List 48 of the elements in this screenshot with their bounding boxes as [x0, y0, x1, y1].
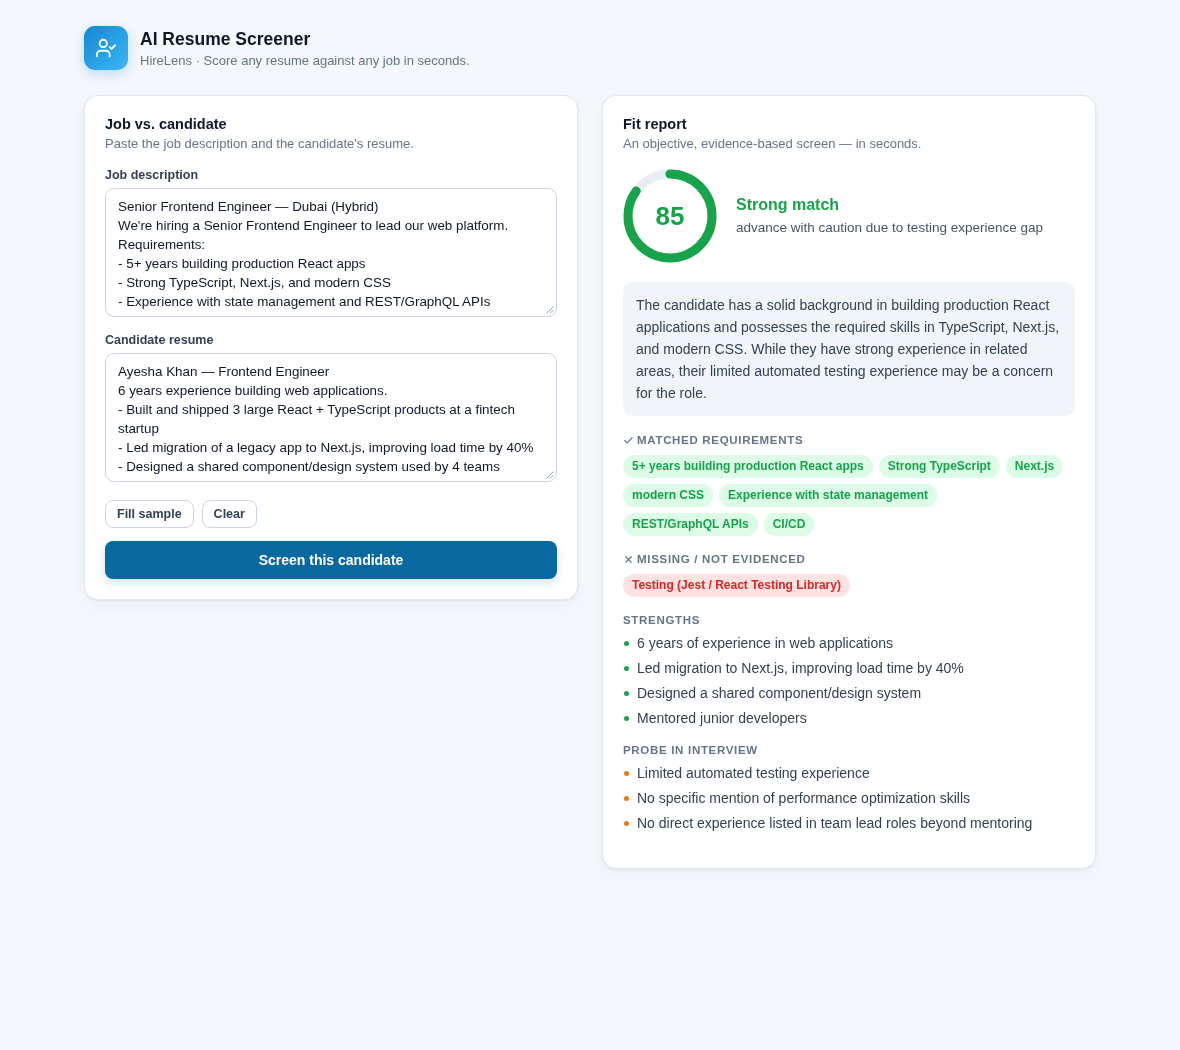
- matched-chip: Experience with state management: [719, 484, 938, 507]
- clear-button[interactable]: Clear: [201, 500, 257, 528]
- score-value: 85: [655, 201, 685, 231]
- matched-chip: 5+ years building production React apps: [623, 455, 873, 478]
- section-heading: MISSING / NOT EVIDENCED: [637, 552, 806, 566]
- probe-text: No specific mention of performance optimization skills: [637, 789, 971, 807]
- job-description-field[interactable]: Senior Frontend Engineer — Dubai (Hybrid) We're hiring a Senior Frontend Engineer to lead our web platform. Requirements: - 5+ years building production React apps - Strong TypeScript, Next.js, and modern CSS - Experience with state management and REST/GraphQL APIs: [105, 188, 557, 317]
- missing-chip: Testing (Jest / React Testing Library): [623, 574, 850, 597]
- verdict-text: Strong match: [736, 195, 841, 215]
- matched-chip: modern CSS: [623, 484, 713, 507]
- card-subtitle: An objective, evidence-based screen — in seconds.: [623, 135, 923, 153]
- screen-candidate-button[interactable]: Screen this candidate: [105, 541, 557, 579]
- strength-text: Designed a shared component/design system: [637, 684, 922, 702]
- matched-chip: REST/GraphQL APIs: [623, 513, 758, 536]
- summary-text: The candidate has a solid background in building production React applications and possesses the required skills in TypeScript, Next.js, and modern CSS. While they have strong experience in related areas, their limited automated testing experience may be a concern for the role.: [623, 282, 1075, 416]
- bullet-dot-icon: [624, 770, 629, 776]
- user-check-icon: [84, 26, 128, 70]
- x-icon: [623, 553, 634, 565]
- matched-chip: Strong TypeScript: [878, 455, 1000, 478]
- bullet-dot-icon: [624, 640, 629, 646]
- strength-text: Led migration to Next.js, improving load time by 40%: [637, 659, 964, 677]
- check-icon: [623, 434, 634, 446]
- section-heading: STRENGTHS: [623, 613, 701, 627]
- bullet-dot-icon: [624, 665, 629, 671]
- card-title: Fit report: [623, 115, 688, 134]
- resize-grip-icon: [546, 306, 554, 314]
- recommendation-text: advance with caution due to testing experience gap: [736, 219, 1043, 237]
- strength-text: Mentored junior developers: [637, 709, 807, 727]
- section-heading: MATCHED REQUIREMENTS: [637, 433, 804, 447]
- resize-grip-icon: [546, 471, 554, 479]
- card-subtitle: Paste the job description and the candidate's resume.: [105, 135, 415, 153]
- matched-chip: CI/CD: [763, 513, 815, 536]
- card-title: Job vs. candidate: [105, 115, 228, 134]
- app-title: AI Resume Screener: [140, 27, 312, 50]
- probe-text: No direct experience listed in team lead roles beyond mentoring: [637, 814, 1033, 832]
- field-label: Job description: [105, 167, 200, 183]
- probe-text: Limited automated testing experience: [637, 764, 870, 782]
- bullet-dot-icon: [624, 820, 629, 826]
- bullet-dot-icon: [624, 715, 629, 721]
- app-subtitle: HireLens · Score any resume against any job in seconds.: [140, 51, 470, 69]
- matched-chip: Next.js: [1005, 455, 1064, 478]
- resume-field[interactable]: Ayesha Khan — Frontend Engineer 6 years experience building web applications. - Built and shipped 3 large React + TypeScript products at a fintech startup - Led migration of a legacy app to Next.js, improving load time by 40% - Designed a shared component/design system used by 4 teams: [105, 353, 557, 482]
- bullet-dot-icon: [624, 795, 629, 801]
- fill-sample-button[interactable]: Fill sample: [105, 500, 194, 528]
- bullet-dot-icon: [624, 690, 629, 696]
- section-heading: PROBE IN INTERVIEW: [623, 743, 758, 757]
- field-label: Candidate resume: [105, 332, 215, 348]
- strength-text: 6 years of experience in web applications: [637, 634, 894, 652]
